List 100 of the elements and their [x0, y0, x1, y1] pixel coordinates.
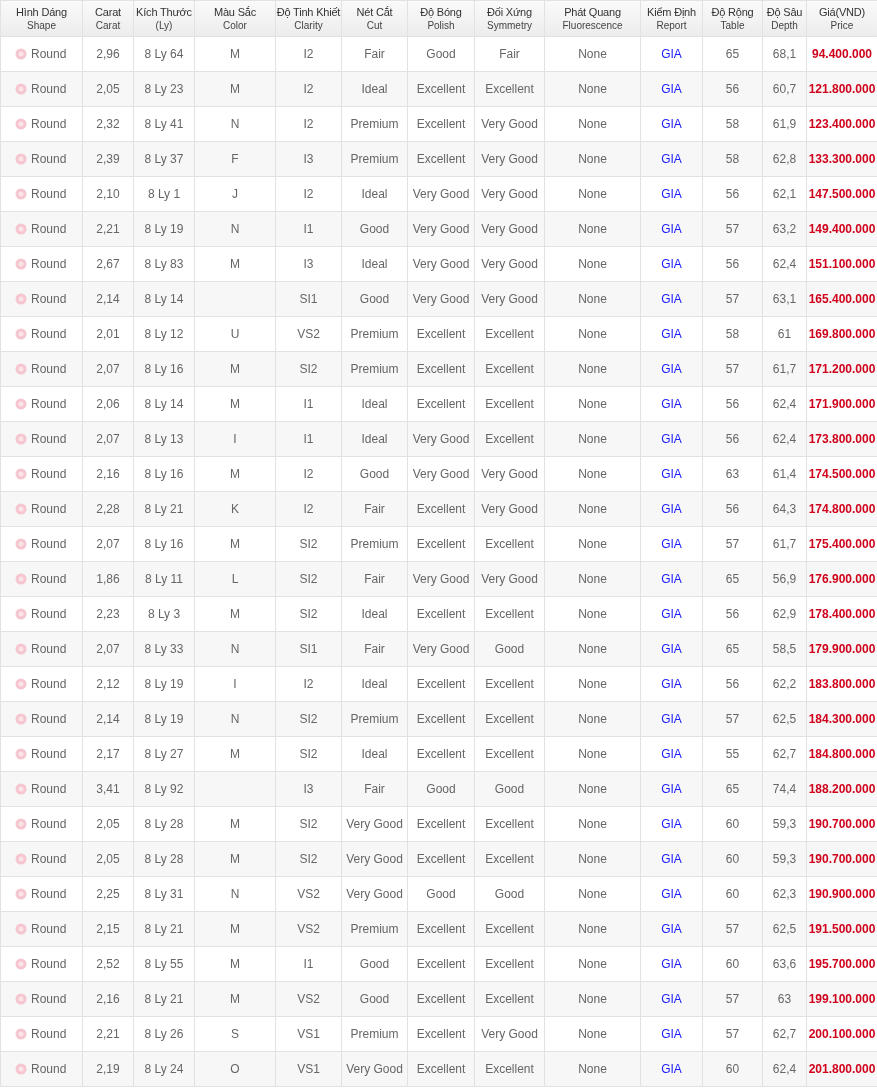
shape-text: Round	[31, 81, 67, 98]
price-text: 149.400.000	[808, 222, 876, 236]
shape-text: Round	[31, 501, 67, 518]
report-link[interactable]: GIA	[661, 537, 682, 551]
report-link[interactable]: GIA	[661, 922, 682, 936]
report-link[interactable]: GIA	[661, 222, 682, 236]
price-text: 94.400.000	[811, 47, 873, 61]
cell-text: 8 Ly 19	[144, 712, 184, 726]
report-link[interactable]: GIA	[661, 1027, 682, 1041]
cell-text: 58	[725, 327, 740, 341]
report-link[interactable]: GIA	[661, 817, 682, 831]
cell-text: Excellent	[485, 432, 534, 446]
cell-text: Excellent	[416, 537, 466, 551]
shape-text: Round	[31, 711, 67, 728]
cell-text: 57	[725, 222, 740, 236]
report-link[interactable]: GIA	[661, 1062, 682, 1076]
cell-text: None	[578, 292, 607, 306]
cell-text: Good	[494, 887, 525, 901]
report-link[interactable]: GIA	[661, 852, 682, 866]
report-link[interactable]: GIA	[661, 502, 682, 516]
cell-text: 8 Ly 12	[144, 327, 184, 341]
cell-text: Good	[426, 782, 456, 796]
cell-text: VS2	[297, 992, 320, 1006]
price-text: 151.100.000	[808, 257, 876, 271]
report-link[interactable]: GIA	[661, 82, 682, 96]
shape-text: Round	[31, 571, 67, 588]
report-link[interactable]: GIA	[661, 642, 682, 656]
report-link[interactable]: GIA	[661, 257, 682, 271]
report-link[interactable]: GIA	[661, 152, 682, 166]
cell-text: 57	[725, 992, 740, 1006]
shape-text: Round	[31, 431, 67, 448]
report-link[interactable]: GIA	[661, 327, 682, 341]
cell-text: 63	[725, 467, 740, 481]
report-link[interactable]: GIA	[661, 677, 682, 691]
report-link[interactable]: GIA	[661, 362, 682, 376]
cell-text: Fair	[364, 572, 385, 586]
cell-text: 62,3	[772, 887, 797, 901]
report-link[interactable]: GIA	[661, 432, 682, 446]
cell-text: 62,7	[772, 1027, 797, 1041]
cell-text: 62,4	[772, 257, 797, 271]
cell-text: 56,9	[772, 572, 797, 586]
shape-text: Round	[31, 641, 67, 658]
cell-text: None	[578, 152, 607, 166]
cell-text: 2,05	[96, 852, 120, 866]
cell-text: 65	[725, 572, 740, 586]
cell-text: Excellent	[485, 712, 534, 726]
column-header: Nét Cắt Cut	[341, 0, 408, 37]
report-link[interactable]: GIA	[661, 887, 682, 901]
gem-icon	[15, 328, 27, 340]
report-link[interactable]: GIA	[661, 397, 682, 411]
report-link[interactable]: GIA	[661, 572, 682, 586]
cell-text: Very Good	[412, 222, 470, 236]
cell-text: L	[231, 572, 239, 586]
cell-text: 2,52	[96, 957, 120, 971]
cell-text: I	[233, 432, 237, 446]
cell-text: 2,96	[96, 47, 120, 61]
price-text: 200.100.000	[808, 1027, 876, 1041]
cell-text: 8 Ly 33	[144, 642, 184, 656]
cell-text: I2	[303, 677, 314, 691]
report-link[interactable]: GIA	[661, 782, 682, 796]
cell-text: Excellent	[485, 957, 534, 971]
report-link[interactable]: GIA	[661, 467, 682, 481]
column-header: Kiểm Định Report	[640, 0, 703, 37]
price-text: 195.700.000	[808, 957, 876, 971]
cell-text: 65	[725, 47, 740, 61]
cell-text: 8 Ly 41	[144, 117, 184, 131]
cell-text: I1	[303, 222, 314, 236]
report-link[interactable]: GIA	[661, 292, 682, 306]
cell-text: 2,07	[96, 537, 120, 551]
gem-icon	[15, 1028, 27, 1040]
gem-icon	[15, 678, 27, 690]
report-link[interactable]: GIA	[661, 117, 682, 131]
cell-text: Excellent	[485, 817, 534, 831]
cell-text: 8 Ly 28	[144, 852, 184, 866]
cell-text: 2,05	[96, 817, 120, 831]
cell-text: Premium	[350, 152, 399, 166]
shape-text: Round	[31, 676, 67, 693]
cell-text: Good	[359, 222, 390, 236]
cell-text: 2,17	[96, 747, 120, 761]
report-link[interactable]: GIA	[661, 992, 682, 1006]
gem-icon	[15, 223, 27, 235]
report-link[interactable]: GIA	[661, 607, 682, 621]
cell-text: Very Good	[412, 572, 470, 586]
gem-icon	[15, 258, 27, 270]
report-link[interactable]: GIA	[661, 712, 682, 726]
cell-text: 56	[725, 397, 740, 411]
cell-text: 56	[725, 607, 740, 621]
cell-text: 60	[725, 852, 740, 866]
cell-text: 8 Ly 14	[144, 292, 184, 306]
cell-text: Very Good	[346, 817, 403, 831]
report-link[interactable]: GIA	[661, 957, 682, 971]
cell-text: Premium	[350, 117, 399, 131]
report-link[interactable]: GIA	[661, 187, 682, 201]
report-link[interactable]: GIA	[661, 47, 682, 61]
report-link[interactable]: GIA	[661, 747, 682, 761]
cell-text: M	[230, 747, 240, 761]
shape-text: Round	[31, 816, 67, 833]
cell-text: 62,2	[772, 677, 797, 691]
cell-text: 2,14	[96, 292, 120, 306]
shape-text: Round	[31, 606, 67, 623]
